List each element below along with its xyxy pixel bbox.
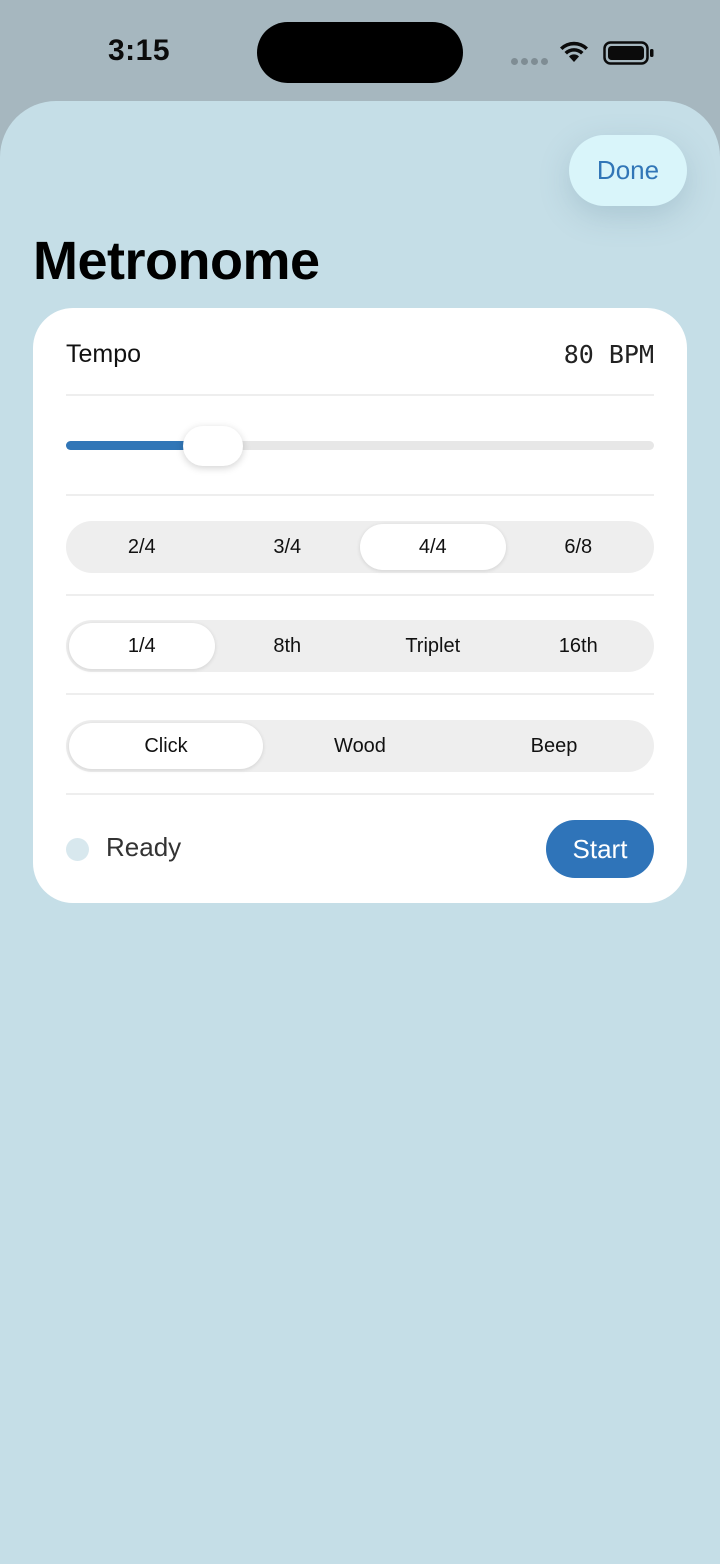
time-signature-option[interactable]: 2/4: [69, 524, 215, 570]
time-signature-control: 2/4 3/4 4/4 6/8: [66, 521, 654, 573]
tempo-slider[interactable]: [66, 426, 654, 466]
subdivision-option[interactable]: Triplet: [360, 623, 506, 669]
subdivision-option[interactable]: 1/4: [69, 623, 215, 669]
wifi-icon: [560, 41, 588, 62]
tempo-label: Tempo: [66, 339, 142, 368]
divider: [66, 793, 654, 795]
battery-icon: [603, 41, 654, 65]
sound-option[interactable]: Click: [69, 723, 263, 769]
tempo-slider-thumb[interactable]: [183, 426, 243, 466]
divider: [66, 693, 654, 695]
page-title: Metronome: [33, 231, 320, 291]
time-signature-option[interactable]: 4/4: [360, 524, 506, 570]
settings-card: Tempo 80 BPM 2/4 3/4 4/4 6/8 1/4 8th Triplet 1…: [33, 308, 687, 903]
time-signature-option[interactable]: 6/8: [506, 524, 652, 570]
subdivision-option[interactable]: 8th: [215, 623, 361, 669]
tempo-value: 80 BPM: [563, 339, 654, 369]
status-text: Ready: [106, 832, 182, 862]
sound-control: Click Wood Beep: [66, 720, 654, 772]
sound-option[interactable]: Wood: [263, 723, 457, 769]
dynamic-island: [257, 22, 463, 83]
time-signature-option[interactable]: 3/4: [215, 524, 361, 570]
start-button[interactable]: Start: [546, 820, 654, 878]
status-bar: 3:15: [0, 0, 720, 100]
subdivision-option[interactable]: 16th: [506, 623, 652, 669]
tempo-row: Tempo 80 BPM: [66, 328, 654, 380]
cellular-signal-icon: [511, 58, 548, 65]
divider: [66, 594, 654, 596]
done-button[interactable]: Done: [569, 135, 687, 206]
status-time: 3:15: [108, 34, 171, 67]
status-indicator: [66, 838, 89, 861]
sound-option[interactable]: Beep: [457, 723, 651, 769]
subdivision-control: 1/4 8th Triplet 16th: [66, 620, 654, 672]
divider: [66, 394, 654, 396]
divider: [66, 494, 654, 496]
